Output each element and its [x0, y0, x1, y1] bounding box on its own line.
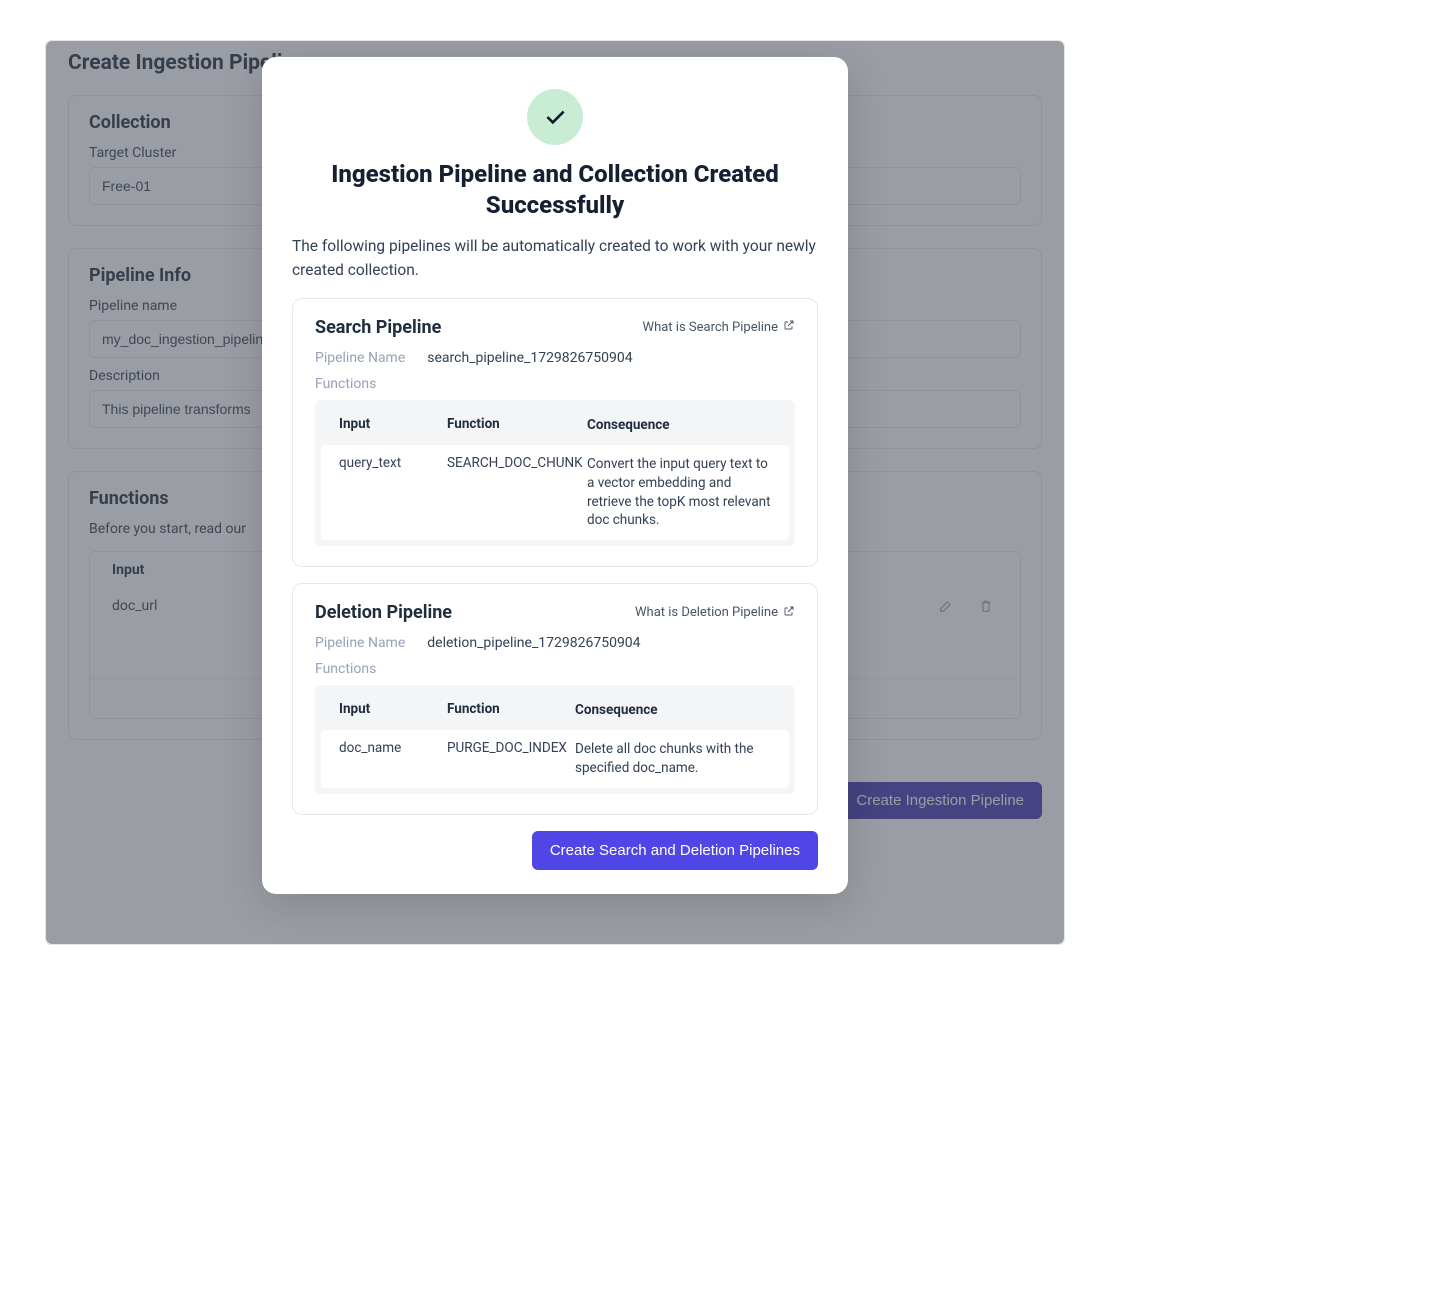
search-row-function: SEARCH_DOC_CHUNK — [447, 455, 587, 471]
deletion-help-text: What is Deletion Pipeline — [635, 605, 778, 620]
search-col-input: Input — [339, 416, 447, 435]
modal-title: Ingestion Pipeline and Collection Create… — [292, 159, 818, 221]
deletion-row-consequence: Delete all doc chunks with the specified… — [575, 740, 771, 778]
modal-footer: Create Search and Deletion Pipelines — [292, 831, 818, 870]
deletion-col-function: Function — [447, 701, 575, 720]
external-link-icon — [783, 319, 795, 335]
deletion-name-label: Pipeline Name — [315, 635, 405, 651]
search-pipeline-title: Search Pipeline — [315, 317, 441, 338]
deletion-functions-label: Functions — [315, 661, 795, 677]
search-functions-label: Functions — [315, 376, 795, 392]
external-link-icon — [783, 605, 795, 621]
deletion-pipeline-card: Deletion Pipeline What is Deletion Pipel… — [292, 583, 818, 815]
create-search-deletion-button[interactable]: Create Search and Deletion Pipelines — [532, 831, 818, 870]
search-functions-table: Input Function Consequence query_text SE… — [315, 400, 795, 546]
modal-description: The following pipelines will be automati… — [292, 235, 818, 282]
deletion-col-consequence: Consequence — [575, 701, 771, 720]
deletion-row-input: doc_name — [339, 740, 447, 756]
success-check-icon — [527, 89, 583, 145]
deletion-pipeline-title: Deletion Pipeline — [315, 602, 452, 623]
deletion-pipeline-help-link[interactable]: What is Deletion Pipeline — [635, 605, 795, 621]
search-row-consequence: Convert the input query text to a vector… — [587, 455, 771, 531]
search-row-input: query_text — [339, 455, 447, 471]
search-name-value: search_pipeline_1729826750904 — [427, 350, 632, 366]
search-pipeline-card: Search Pipeline What is Search Pipeline … — [292, 298, 818, 567]
deletion-name-value: deletion_pipeline_1729826750904 — [427, 635, 640, 651]
search-help-text: What is Search Pipeline — [643, 320, 778, 335]
create-pipeline-page: Create Ingestion Pipeline Collection Tar… — [45, 40, 1065, 945]
search-col-consequence: Consequence — [587, 416, 771, 435]
search-pipeline-help-link[interactable]: What is Search Pipeline — [643, 319, 795, 335]
deletion-col-input: Input — [339, 701, 447, 720]
search-name-label: Pipeline Name — [315, 350, 405, 366]
success-modal: Ingestion Pipeline and Collection Create… — [262, 57, 848, 894]
deletion-row-function: PURGE_DOC_INDEX — [447, 740, 575, 756]
search-col-function: Function — [447, 416, 587, 435]
deletion-functions-table: Input Function Consequence doc_name PURG… — [315, 685, 795, 794]
